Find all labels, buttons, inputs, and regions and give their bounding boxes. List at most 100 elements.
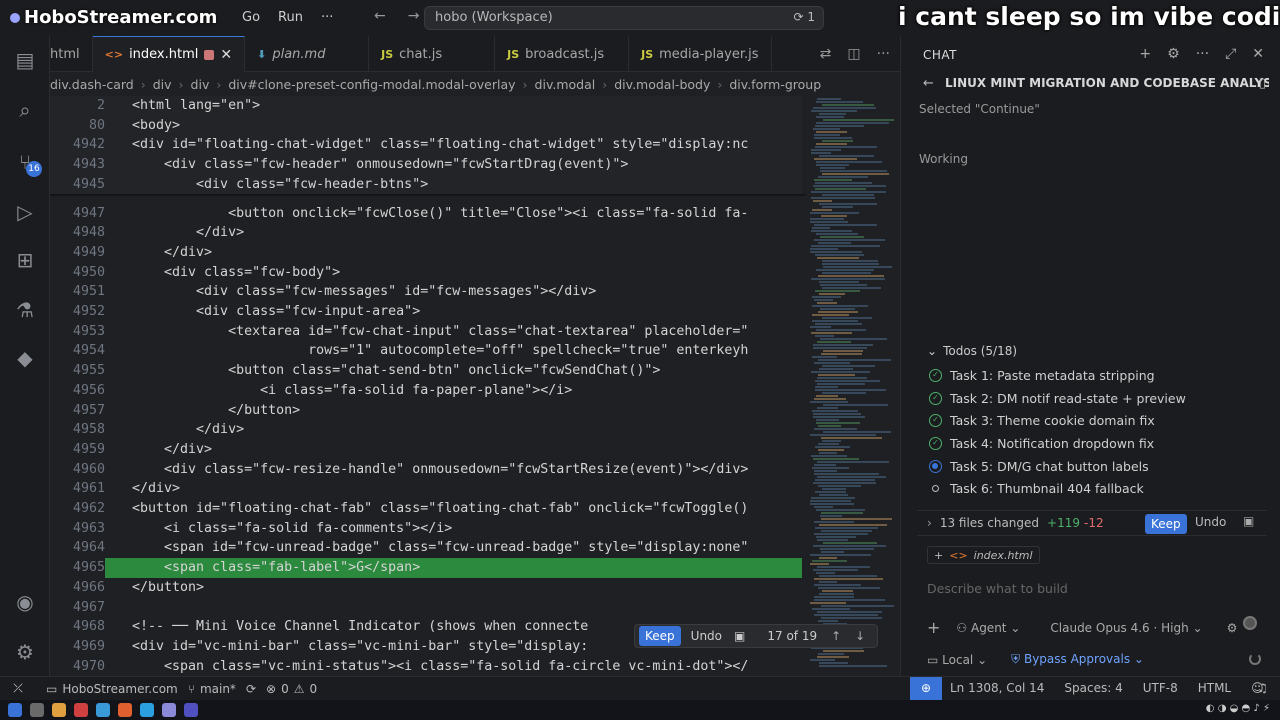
code-line[interactable]: 2 <html lang="en"> [50,96,802,116]
file-diff-icon[interactable]: ▣ [1243,514,1254,528]
tab-plan-md[interactable]: ⬇ plan.md [245,36,370,72]
breadcrumb-item[interactable]: div.modal [535,77,596,92]
keep-button[interactable]: Keep [639,626,681,646]
tools-icon[interactable]: ⚙ [1227,621,1238,635]
breadcrumb-item[interactable]: div [191,77,210,92]
menu-run[interactable]: Run [278,10,303,25]
keep-all-button[interactable]: Keep [1145,514,1187,534]
breadcrumb-item[interactable]: div.dash-card [50,77,134,92]
tab-html[interactable]: html [50,36,93,72]
app-icon[interactable] [96,703,110,717]
file-diff-icon[interactable]: ▣ [734,629,745,643]
code-line[interactable]: 4950 <div class="fcw-body"> [50,263,802,283]
app-icon[interactable] [140,703,154,717]
code-line[interactable]: 4970 <span class="vc-mini-status"><i cla… [50,657,802,676]
code-line[interactable]: 4963 <i class="fa-solid fa-comments"></i… [50,519,802,539]
stop-button[interactable] [1243,616,1257,630]
extensions-icon[interactable]: ⊞ [13,248,37,272]
sync-icon[interactable]: ⟳ [246,682,256,696]
run-debug-icon[interactable]: ▷ [13,200,37,224]
code-line[interactable]: 4955 <button class="chat-send-btn" oncli… [50,361,802,381]
undo-button[interactable]: Undo [691,629,722,643]
notifications-bell-icon[interactable]: ♫ [1257,681,1268,695]
code-line[interactable]: 4956 <i class="fa-solid fa-paper-plane">… [50,381,802,401]
chevron-right-icon[interactable]: › [927,516,932,530]
breadcrumb-item[interactable]: div [153,77,172,92]
split-editor-icon[interactable]: ◫ [847,46,860,62]
app-icon[interactable] [184,703,198,717]
code-line[interactable]: 4958 </div> [50,420,802,440]
code-line[interactable]: 4960 <div class="fcw-resize-handle" onmo… [50,460,802,480]
code-line[interactable]: 4943 <div class="fcw-header" onmousedown… [50,155,802,175]
zoom-icon[interactable]: ⊕ [910,677,942,700]
todos-header[interactable]: ⌄ Todos (5/18) [927,344,1267,358]
approvals-picker[interactable]: ⛨ Bypass Approvals ⌄ [1011,652,1144,667]
add-icon[interactable]: + [934,549,943,562]
search-icon[interactable]: ⌕ [13,98,37,122]
code-line[interactable]: 4962 <button id="floating-chat-fab" class… [50,499,802,519]
code-line[interactable]: 4964 <span id="fcw-unread-badge" class="… [50,538,802,558]
python-icon[interactable]: ◆ [13,346,37,370]
menu-go[interactable]: Go [242,10,260,25]
code-line[interactable]: 4945 <div class="fcw-header-btns"> [50,174,802,195]
maximize-icon[interactable]: ⤢ [1225,46,1236,62]
settings-icon[interactable]: ⚙ [1167,46,1180,62]
code-line[interactable]: 4961 </div> [50,479,802,499]
command-center-search[interactable]: hobo (Workspace) ⟳ 1 [424,6,824,30]
settings-icon[interactable]: ⚙ [13,640,37,664]
files-icon[interactable]: ▤ [13,48,37,72]
close-icon[interactable]: ✕ [1252,46,1264,62]
code-line[interactable]: 4947 <button onclick="fcwClose()" title=… [50,204,802,224]
code-line[interactable]: 4959 </div> [50,440,802,460]
undo-all-button[interactable]: Undo [1195,515,1226,529]
language-mode[interactable]: HTML [1198,681,1231,695]
code-line[interactable]: 4966 </button> [50,578,802,598]
add-context-icon[interactable]: + [927,618,940,637]
files-changed-label[interactable]: 13 files changed [940,516,1039,530]
breadcrumb-item[interactable]: div.form-group [729,77,821,92]
code-line[interactable]: 4948 </div> [50,223,802,243]
breadcrumb-item[interactable]: div#clone-preset-config-modal.modal-over… [228,77,515,92]
testing-icon[interactable]: ⚗ [13,298,37,322]
app-icon[interactable] [74,703,88,717]
remote-icon[interactable]: ⤫ [0,681,36,696]
tab-broadcast-js[interactable]: JS broadcast.js [495,36,630,72]
model-picker[interactable]: Claude Opus 4.6 · High ⌄ [1050,621,1202,635]
new-chat-icon[interactable]: + [1139,46,1151,62]
app-icon[interactable] [118,703,132,717]
app-icon[interactable] [52,703,66,717]
tab-index-html[interactable]: <> index.html ✕ [92,36,246,72]
code-line[interactable]: 4967 [50,598,802,618]
code-line[interactable]: 4952 <div class="fcw-input-area"> [50,302,802,322]
more-icon[interactable]: ··· [1196,46,1209,62]
cursor-position[interactable]: Ln 1308, Col 14 [950,681,1044,695]
location-picker[interactable]: ▭ Local ⌄ [927,653,987,667]
app-icon[interactable] [162,703,176,717]
code-line[interactable]: 4957 </button> [50,401,802,421]
branch-indicator[interactable]: ⑂ main* [188,682,236,696]
indentation[interactable]: Spaces: 4 [1064,681,1122,695]
menu-launcher-icon[interactable] [8,703,22,717]
breadcrumb-item[interactable]: div.modal-body [614,77,710,92]
code-line[interactable]: 4954 rows="1" autocomplete="off" spellch… [50,341,802,361]
mode-picker[interactable]: ⚇ Agent ⌄ [956,621,1020,635]
code-line[interactable]: 80 <body> [50,115,802,136]
context-attachment[interactable]: + <> index.html [927,546,1040,564]
code-line[interactable]: 4953 <textarea id="fcw-chat-input" class… [50,322,802,342]
code-editor[interactable]: 2 <html lang="en"> 80 <body> 4942 <div id="fl… [50,96,900,676]
problems-indicator[interactable]: ⊗ 0 ⚠ 0 [266,682,317,696]
account-icon[interactable]: ◉ [13,590,37,614]
arrow-down-icon[interactable]: ↓ [855,629,865,643]
code-line[interactable]: 4951 <div class="fcw-messages" id="fcw-m… [50,282,802,302]
minimap[interactable] [806,96,894,672]
code-line[interactable]: 4965 <span class="fab-label">G</span> [50,558,802,578]
menu-more[interactable]: ··· [321,10,333,25]
more-icon[interactable]: ··· [877,46,890,62]
history-icon[interactable]: ▯ [1259,76,1266,91]
forward-arrow-icon[interactable]: → [408,8,420,24]
arrow-up-icon[interactable]: ↑ [831,629,841,643]
close-icon[interactable]: ✕ [220,47,232,63]
back-arrow-icon[interactable]: ← [374,8,386,24]
code-line[interactable]: 4942 <div id="floating-chat-widget" class… [50,135,802,156]
workspace-indicator[interactable]: ▭ HoboStreamer.com [46,682,178,696]
